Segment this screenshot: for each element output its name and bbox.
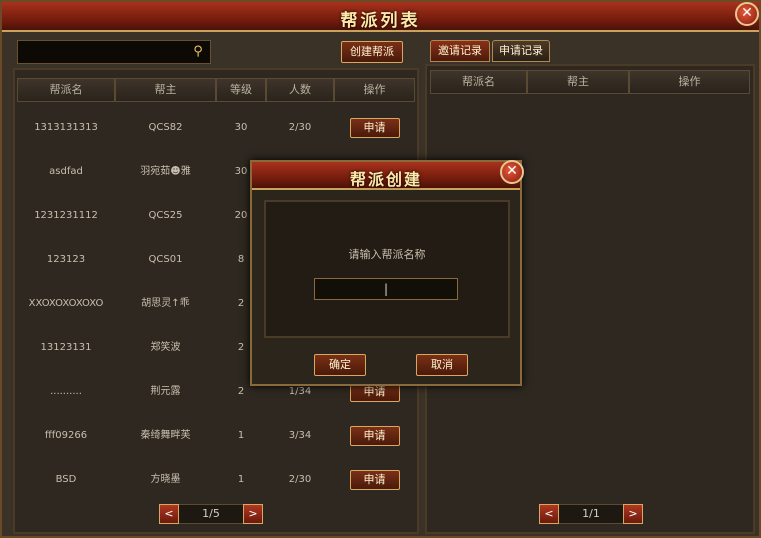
col-action: 操作 bbox=[629, 70, 750, 94]
col-leader: 帮主 bbox=[527, 70, 629, 94]
window-title: 帮派列表 bbox=[340, 11, 421, 31]
guild-name-cell: 1313131313 bbox=[34, 122, 98, 133]
leader-cell: 秦绮舞畔芙 bbox=[140, 430, 191, 441]
level-cell: 30 bbox=[234, 122, 248, 133]
dialog-body: 请输入帮派名称 | bbox=[264, 200, 510, 338]
guild-name-input[interactable]: | bbox=[314, 278, 458, 300]
cancel-button[interactable]: 取消 bbox=[416, 354, 468, 376]
prev-page-button[interactable]: < bbox=[159, 504, 179, 524]
dialog-prompt: 请输入帮派名称 bbox=[348, 248, 426, 261]
action-cell: 申请 bbox=[334, 414, 415, 458]
guild-name-cell: XXOXOXOXOXO bbox=[28, 298, 104, 309]
apply-button[interactable]: 申请 bbox=[349, 426, 400, 446]
leader-cell: 郑笑波 bbox=[150, 342, 181, 353]
guild-name-cell: 13123131 bbox=[40, 342, 92, 353]
dialog-title: 帮派创建 bbox=[349, 170, 422, 189]
guild-name-cell: 1231231112 bbox=[34, 210, 98, 221]
col-level: 等级 bbox=[216, 78, 266, 102]
tab-invite-records[interactable]: 邀请记录 bbox=[430, 40, 490, 62]
search-icon[interactable]: ⚲ bbox=[190, 44, 206, 60]
title-bar: 帮派列表 bbox=[2, 2, 759, 32]
guild-name-cell: asdfad bbox=[49, 166, 83, 177]
guild-name-cell: fff09266 bbox=[44, 430, 88, 441]
right-pager: < 1/1 > bbox=[539, 504, 643, 524]
dialog-close-button[interactable]: ✕ bbox=[500, 160, 524, 184]
col-leader: 帮主 bbox=[115, 78, 216, 102]
level-cell: 1 bbox=[237, 430, 245, 441]
col-guild-name: 帮派名 bbox=[430, 70, 527, 94]
left-pager: < 1/5 > bbox=[159, 504, 263, 524]
create-guild-button[interactable]: 创建帮派 bbox=[341, 41, 403, 63]
dialog-title-bar: 帮派创建 bbox=[252, 162, 520, 190]
leader-cell: QCS25 bbox=[148, 210, 183, 221]
guild-name-cell: BSD bbox=[55, 474, 77, 485]
leader-cell: 羽宛茹☻雅 bbox=[140, 166, 191, 177]
create-guild-dialog: 帮派创建 ✕ 请输入帮派名称 | 确定 取消 bbox=[250, 160, 524, 386]
col-action: 操作 bbox=[334, 78, 415, 102]
prev-page-button[interactable]: < bbox=[539, 504, 559, 524]
action-cell: 申请 bbox=[334, 106, 415, 150]
guild-name-cell: 123123 bbox=[46, 254, 86, 265]
confirm-button[interactable]: 确定 bbox=[314, 354, 366, 376]
members-cell: 2/30 bbox=[288, 122, 312, 133]
tab-apply-records[interactable]: 申请记录 bbox=[492, 40, 550, 62]
apply-button[interactable]: 申请 bbox=[349, 118, 400, 138]
col-members: 人数 bbox=[266, 78, 334, 102]
next-page-button[interactable]: > bbox=[623, 504, 643, 524]
level-cell: 1 bbox=[237, 474, 245, 485]
guild-list-window: 帮派列表 ✕ ⚲ 创建帮派 帮派名 帮主 等级 人数 操作 1313131313… bbox=[0, 0, 761, 538]
next-page-button[interactable]: > bbox=[243, 504, 263, 524]
members-cell: 2/30 bbox=[288, 474, 312, 485]
guild-table-header: 帮派名 帮主 等级 人数 操作 bbox=[17, 78, 415, 102]
table-row: fff09266 秦绮舞畔芙 1 3/34 申请 bbox=[17, 414, 415, 458]
leader-cell: QCS01 bbox=[148, 254, 183, 265]
table-row: BSD 方晓墨 1 2/30 申请 bbox=[17, 458, 415, 502]
page-indicator: 1/1 bbox=[559, 504, 623, 524]
close-button[interactable]: ✕ bbox=[735, 2, 759, 26]
col-guild-name: 帮派名 bbox=[17, 78, 115, 102]
apply-button[interactable]: 申请 bbox=[349, 470, 400, 490]
leader-cell: 胡思灵↑乖 bbox=[141, 298, 190, 309]
records-table-header: 帮派名 帮主 操作 bbox=[430, 70, 750, 94]
action-cell: 申请 bbox=[334, 458, 415, 502]
leader-cell: QCS82 bbox=[148, 122, 183, 133]
table-row: 1313131313 QCS82 30 2/30 申请 bbox=[17, 106, 415, 150]
members-cell: 3/34 bbox=[288, 430, 312, 441]
guild-name-cell: .......... bbox=[50, 386, 82, 397]
leader-cell: 方晓墨 bbox=[150, 474, 181, 485]
leader-cell: 荆元露 bbox=[150, 386, 181, 397]
search-input[interactable]: ⚲ bbox=[17, 40, 211, 64]
page-indicator: 1/5 bbox=[179, 504, 243, 524]
